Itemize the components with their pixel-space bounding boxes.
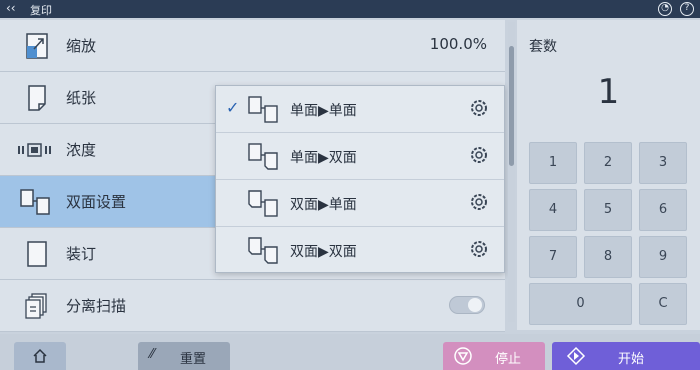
top-bar: ‹‹ 复印 ◔ ? [0,0,700,18]
back-icon[interactable]: ‹‹ [6,1,16,15]
zoom-value: 100.0% [429,35,487,53]
keypad-key-8[interactable]: 8 [584,236,632,278]
keypad-key-2[interactable]: 2 [584,142,632,184]
keypad-key-4[interactable]: 4 [529,189,577,231]
staple-icon [27,241,47,267]
gear-icon[interactable] [468,191,490,213]
menu-item-label: 纸张 [66,89,97,107]
gear-icon[interactable] [468,97,490,119]
option-label: 双面▶双面 [290,244,357,260]
sets-panel: 套数 1 1 2 3 4 5 6 7 8 9 0 C [517,20,700,330]
keypad-key-3[interactable]: 3 [639,142,687,184]
app-title: 复印 [30,4,52,17]
start-button[interactable]: 开始 [552,342,700,370]
menu-item-separate-scan[interactable]: 分离扫描 [0,280,505,332]
menu-item-label: 装订 [66,245,97,263]
separate-scan-toggle[interactable] [449,296,485,314]
menu-item-label: 浓度 [66,141,97,159]
duplex-option-2to1[interactable]: 双面▶单面 [216,180,504,227]
sets-count: 1 [597,72,620,112]
menu-item-label: 缩放 [66,37,97,55]
home-button[interactable] [14,342,66,370]
duplex-option-1to2[interactable]: 单面▶双面 [216,133,504,180]
bottom-bar: ⁄⁄ 重置 停止 开始 [0,334,700,370]
option-label: 单面▶单面 [290,103,357,119]
duplex-to-simplex-icon [248,190,278,217]
duplex-option-1to1[interactable]: ✓ 单面▶单面 [216,86,504,133]
option-label: 双面▶单面 [290,197,357,213]
reset-label: 重置 [180,352,207,367]
simplex-to-duplex-icon [248,143,278,170]
menu-item-label: 分离扫描 [66,297,127,315]
keypad-key-7[interactable]: 7 [529,236,577,278]
reset-button[interactable]: ⁄⁄ 重置 [138,342,230,370]
separate-scan-icon [25,293,47,319]
duplex-option-2to2[interactable]: 双面▶双面 [216,227,504,274]
keypad-key-6[interactable]: 6 [639,189,687,231]
duplex-to-duplex-icon [248,237,278,264]
keypad-key-9[interactable]: 9 [639,236,687,278]
menu-scrollbar[interactable] [508,22,515,322]
keypad-key-0[interactable]: 0 [529,283,632,325]
stop-label: 停止 [495,352,522,367]
simplex-to-simplex-icon [248,96,278,123]
start-label: 开始 [618,352,645,367]
scrollbar-thumb[interactable] [509,46,514,166]
zoom-icon [26,33,48,59]
stop-icon [454,347,472,365]
paper-icon [28,85,46,111]
stop-button[interactable]: 停止 [443,342,545,370]
check-icon: ✓ [226,98,240,117]
reset-icon: ⁄⁄ [150,347,155,362]
menu-item-zoom[interactable]: 缩放 100.0% [0,20,505,72]
keypad-key-1[interactable]: 1 [529,142,577,184]
density-icon [18,143,51,157]
gear-icon[interactable] [468,144,490,166]
status-icon[interactable]: ◔ [658,2,672,16]
keypad-key-clear[interactable]: C [639,283,687,325]
help-icon[interactable]: ? [680,2,694,16]
duplex-icon [20,189,50,215]
start-icon [566,346,586,366]
option-label: 单面▶双面 [290,150,357,166]
duplex-options-popup: ✓ 单面▶单面 单面▶双面 双面▶单面 双面▶双面 [215,85,505,273]
sets-label: 套数 [529,39,557,55]
menu-item-label: 双面设置 [66,193,127,211]
keypad-key-5[interactable]: 5 [584,189,632,231]
gear-icon[interactable] [468,238,490,260]
home-icon [33,348,47,363]
